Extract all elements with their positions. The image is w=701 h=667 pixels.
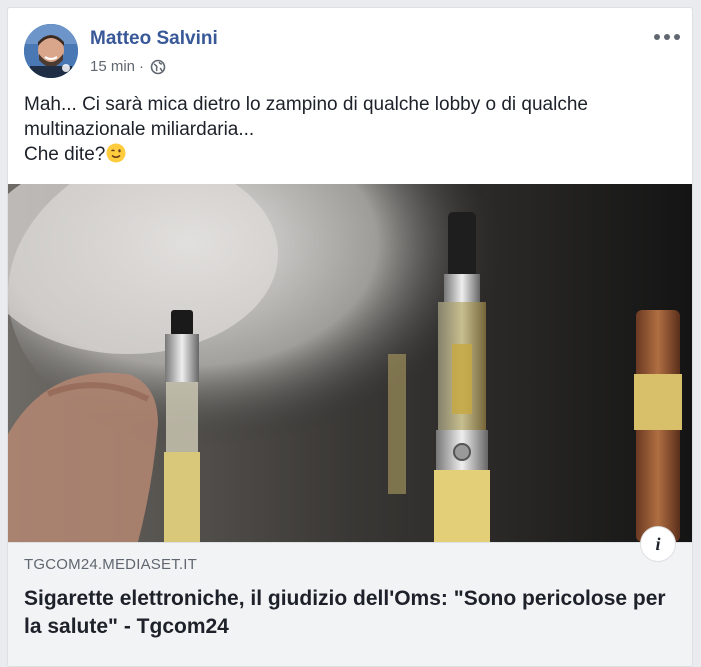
dot <box>654 34 660 40</box>
meta-separator: · <box>139 58 145 75</box>
author-name[interactable]: Matteo Salvini <box>90 28 218 50</box>
globe-icon[interactable] <box>150 59 166 75</box>
dot <box>674 34 680 40</box>
post-timestamp[interactable]: 15 min <box>90 58 135 75</box>
link-preview[interactable]: TGCOM24.MEDIASET.IT Sigarette elettronic… <box>8 542 692 666</box>
winking-face-emoji <box>106 143 126 163</box>
dot <box>664 34 670 40</box>
link-headline[interactable]: Sigarette elettroniche, il giudizio dell… <box>24 585 674 641</box>
post-text-line: multinazionale miliardaria... <box>24 119 255 140</box>
info-icon[interactable]: i <box>640 526 676 562</box>
avatar-image <box>24 24 78 78</box>
post-text-line: Mah... Ci sarà mica dietro lo zampino di… <box>24 94 588 115</box>
post-text-line-last: Che dite? <box>24 142 674 167</box>
author-avatar[interactable] <box>24 24 78 78</box>
post-text: Mah... Ci sarà mica dietro lo zampino di… <box>24 92 674 167</box>
post-text-line: Che dite? <box>24 144 106 165</box>
post-card: Matteo Salvini 15 min · Mah... Ci sarà m… <box>7 7 693 667</box>
more-options-icon[interactable] <box>654 30 680 44</box>
link-domain: TGCOM24.MEDIASET.IT <box>24 556 197 573</box>
e-cigarette-photo[interactable] <box>8 184 692 542</box>
post-meta: 15 min · <box>90 58 166 75</box>
